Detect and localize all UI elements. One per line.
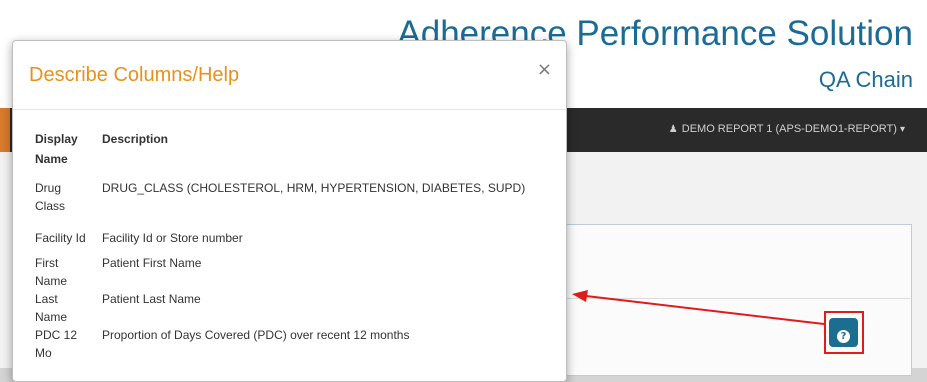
modal-header: Describe Columns/Help × bbox=[13, 41, 566, 110]
table-row: PDC 12 Mo Proportion of Days Covered (PD… bbox=[35, 326, 542, 362]
row-description: Patient First Name bbox=[102, 256, 202, 270]
help-table: Display Name Description Drug Class DRUG… bbox=[35, 129, 542, 362]
column-header-display-name: Display Name bbox=[35, 132, 78, 166]
table-row: Drug Class DRUG_CLASS (CHOLESTEROL, HRM,… bbox=[35, 175, 542, 229]
row-display-name: Last Name bbox=[35, 292, 68, 324]
help-button[interactable]: ? bbox=[829, 318, 858, 347]
column-header-description: Description bbox=[102, 132, 169, 146]
row-display-name: Drug Class bbox=[35, 181, 66, 213]
help-modal: Describe Columns/Help × Display Name Des… bbox=[12, 40, 567, 382]
question-circle-icon: ? bbox=[837, 330, 850, 343]
row-display-name: Facility Id bbox=[35, 231, 86, 245]
table-header-row: Display Name Description bbox=[35, 129, 542, 175]
row-display-name: First Name bbox=[35, 256, 68, 288]
row-description: Facility Id or Store number bbox=[102, 231, 243, 245]
row-description: Patient Last Name bbox=[102, 292, 201, 306]
table-row: First Name Patient First Name bbox=[35, 254, 542, 290]
table-row: Facility Id Facility Id or Store number bbox=[35, 229, 542, 254]
close-icon[interactable]: × bbox=[537, 60, 552, 80]
row-description: DRUG_CLASS (CHOLESTEROL, HRM, HYPERTENSI… bbox=[102, 181, 526, 195]
row-description: Proportion of Days Covered (PDC) over re… bbox=[102, 328, 410, 342]
row-display-name: PDC 12 Mo bbox=[35, 328, 78, 360]
table-row: Last Name Patient Last Name bbox=[35, 290, 542, 326]
modal-title: Describe Columns/Help bbox=[29, 64, 240, 86]
